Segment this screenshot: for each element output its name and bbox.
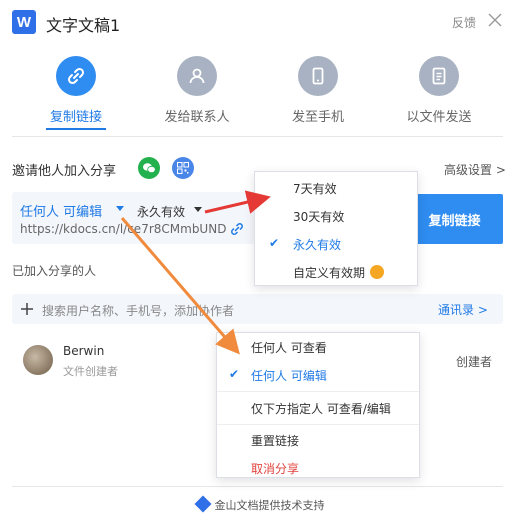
orange-arrow: [120, 217, 240, 355]
red-arrow: [204, 190, 271, 214]
annotation-arrows: [120, 190, 271, 355]
